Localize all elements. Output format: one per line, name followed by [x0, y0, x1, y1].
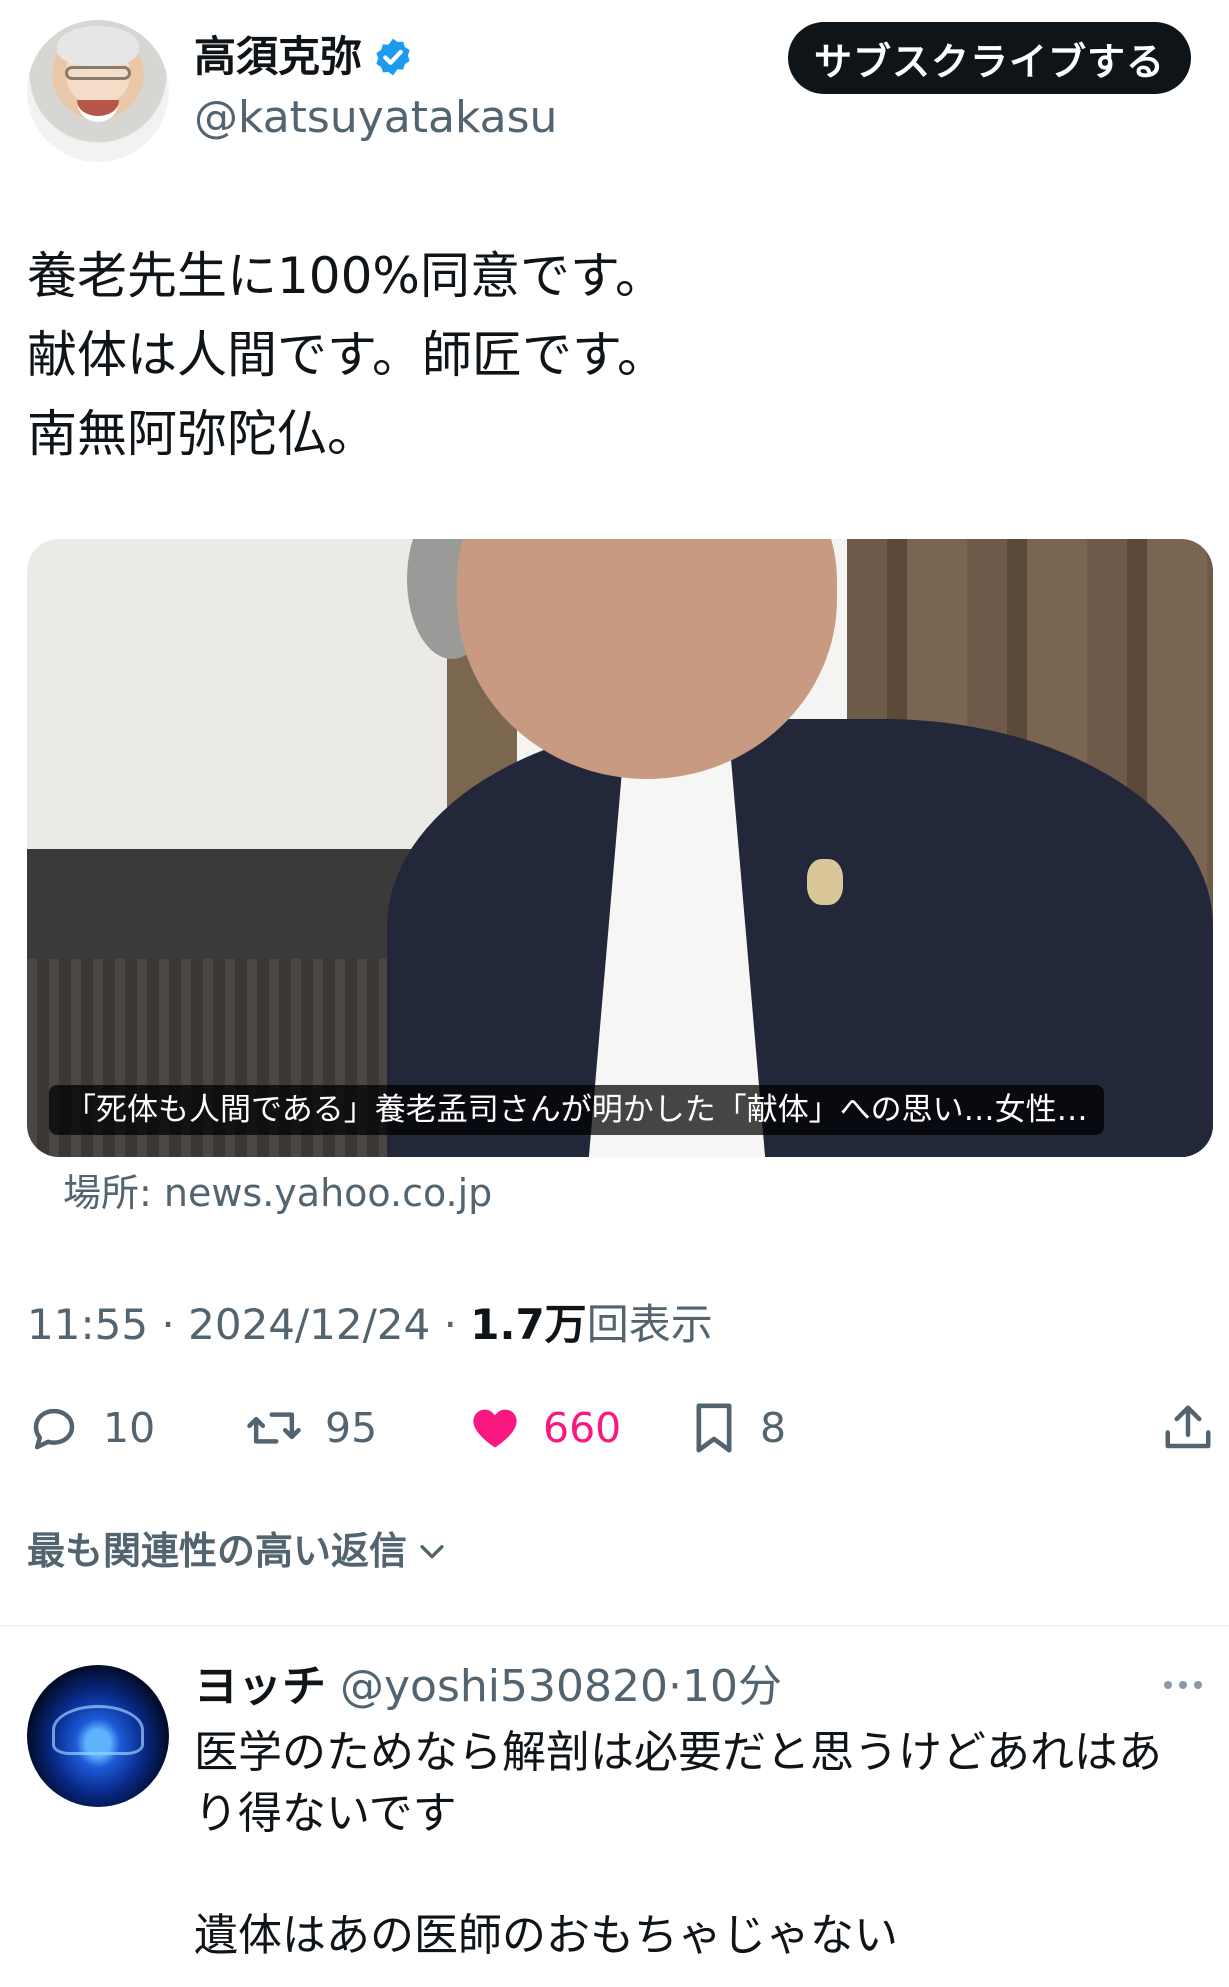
retweet-button[interactable]: 95	[245, 1393, 377, 1463]
bookmark-icon	[696, 1403, 732, 1453]
reply-icon	[33, 1408, 75, 1450]
reply-text-line	[194, 1844, 1162, 1905]
reply-author-name[interactable]: ヨッチ	[194, 1661, 326, 1712]
more-dot	[1194, 1681, 1202, 1689]
more-dot	[1164, 1681, 1172, 1689]
photo-brooch	[807, 859, 843, 905]
views-label[interactable]: 回表示	[587, 1300, 713, 1349]
chevron-down-icon	[420, 1545, 444, 1559]
replies-sort-label: 最も関連性の高い返信	[27, 1529, 408, 1573]
reply-author-avatar[interactable]	[27, 1665, 169, 1807]
reply-author-handle[interactable]: @yoshi530820	[340, 1661, 668, 1712]
photo-wall	[27, 539, 447, 849]
replies-sort-dropdown[interactable]: 最も関連性の高い返信	[27, 1525, 449, 1577]
link-card-source[interactable]: 場所: news.yahoo.co.jp	[63, 1168, 492, 1218]
tweet-text-line: 南無阿弥陀仏。	[27, 405, 377, 463]
reply-separator: ·	[667, 1661, 682, 1712]
like-button[interactable]: 660	[469, 1393, 621, 1463]
retweet-count: 95	[325, 1404, 378, 1452]
avatar-jellyfish	[52, 1705, 144, 1755]
author-avatar[interactable]	[27, 20, 169, 162]
avatar-hair	[57, 26, 139, 66]
author-handle[interactable]: @katsuyatakasu	[194, 90, 557, 146]
reply-button[interactable]: 10	[27, 1393, 155, 1463]
more-options-icon[interactable]	[1164, 1675, 1212, 1695]
tweet-actions: 10 95 660 8	[27, 1393, 1213, 1463]
reply-text: 医学のためなら解剖は必要だと思うけどあれはあ り得ないです 遺体はあの医師のおも…	[194, 1722, 1162, 1966]
bookmark-button[interactable]: 8	[690, 1393, 786, 1463]
meta-separator: ·	[443, 1300, 457, 1349]
tweet-text: 養老先生に100%同意です。 献体は人間です。師匠です。 南無阿弥陀仏。	[27, 237, 667, 474]
tweet-text-line: 養老先生に100%同意です。	[27, 247, 665, 305]
like-heart-icon	[473, 1409, 517, 1448]
tweet-text-line: 献体は人間です。師匠です。	[27, 326, 667, 384]
verified-badge-icon	[376, 38, 410, 76]
reply-text-line: 医学のためなら解剖は必要だと思うけどあれはあ	[194, 1727, 1162, 1778]
avatar-smile	[77, 100, 119, 122]
reply-count: 10	[103, 1404, 156, 1452]
share-icon	[1165, 1405, 1211, 1449]
author-name[interactable]: 高須克弥	[194, 30, 362, 84]
share-button[interactable]	[1161, 1393, 1215, 1463]
tweet-meta: 11:55 · 2024/12/24 · 1.7万回表示	[27, 1297, 713, 1353]
link-card-caption[interactable]: 「死体も人間である」養老孟司さんが明かした「献体」への思い…女性…	[49, 1085, 1104, 1135]
author-name-row[interactable]: 高須克弥	[194, 30, 414, 84]
link-card-image[interactable]: 「死体も人間である」養老孟司さんが明かした「献体」への思い…女性…	[27, 539, 1213, 1157]
reply-text-line: り得ないです	[194, 1788, 457, 1839]
reply-header: ヨッチ @yoshi530820·10分	[194, 1658, 782, 1716]
bookmark-count: 8	[760, 1404, 787, 1452]
reply-text-line: 遺体はあの医師のおもちゃじゃない	[194, 1910, 898, 1961]
meta-separator: ·	[161, 1300, 175, 1349]
retweet-icon	[247, 1412, 301, 1444]
views-count[interactable]: 1.7万	[470, 1300, 586, 1349]
divider	[0, 1625, 1229, 1627]
avatar-glasses	[65, 66, 131, 80]
more-dot	[1179, 1681, 1187, 1689]
tweet-time[interactable]: 11:55	[27, 1300, 148, 1349]
subscribe-button[interactable]: サブスクライブする	[788, 22, 1191, 94]
reply-time[interactable]: 10分	[682, 1661, 782, 1712]
like-count: 660	[543, 1404, 622, 1452]
tweet-date[interactable]: 2024/12/24	[188, 1300, 430, 1349]
